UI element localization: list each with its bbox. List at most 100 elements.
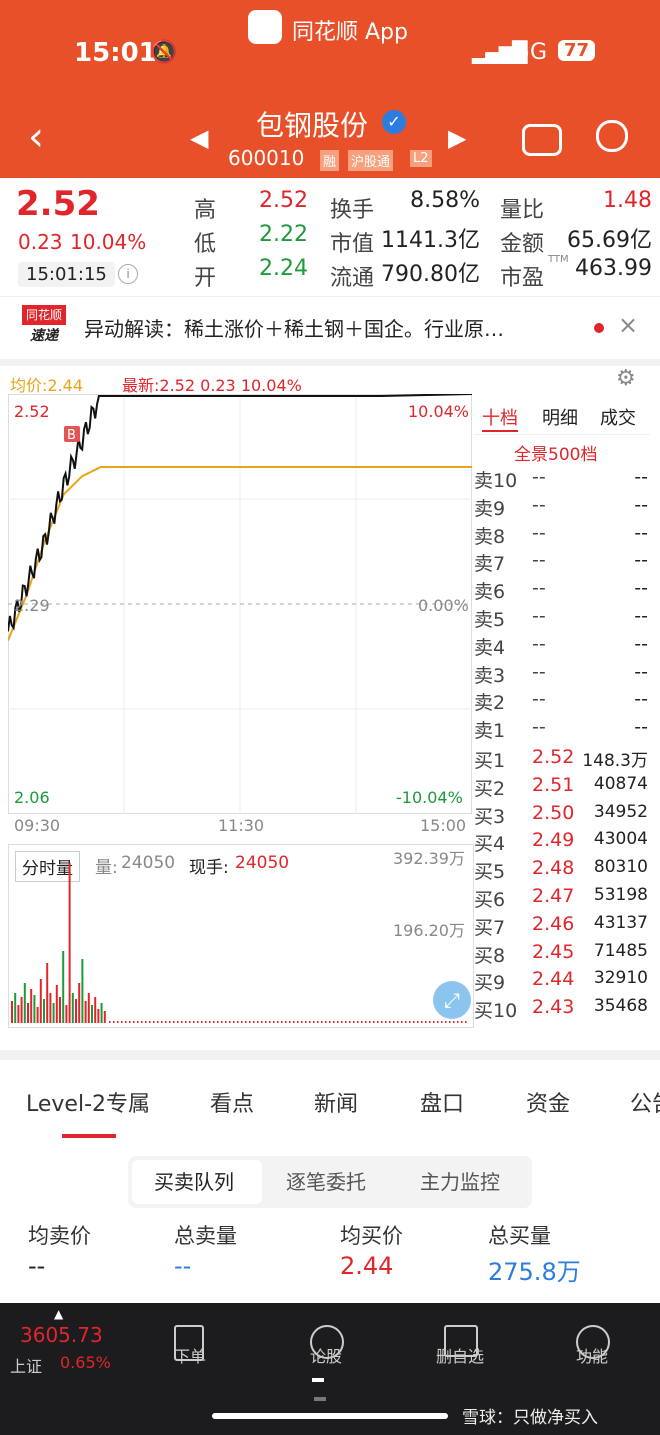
value-high: 2.52 — [259, 188, 308, 213]
orderbook-row[interactable]: 买4 2.49 43004 — [474, 829, 650, 857]
value-float: 790.80亿 — [381, 262, 480, 287]
orderbook-row[interactable]: 买2 2.51 40874 — [474, 774, 650, 802]
volume-bar — [100, 1003, 103, 1023]
orderbook-row[interactable]: 买9 2.44 32910 — [474, 968, 650, 996]
orderbook-tabs: 十档 明细 成交 — [474, 394, 650, 435]
orderbook-row[interactable]: 买7 2.46 43137 — [474, 913, 650, 941]
ob-volume: -- — [634, 688, 648, 711]
time-label-open: 09:30 — [14, 816, 61, 835]
volume-bar — [417, 1021, 419, 1023]
volume-bar — [289, 1021, 291, 1023]
segment-monitor[interactable]: 主力监控 — [420, 1166, 500, 1195]
orderbook-row[interactable]: 买1 2.52 148.3万 — [474, 746, 650, 774]
index-value[interactable]: 3605.73 — [20, 1323, 103, 1347]
price-chart[interactable]: B — [8, 394, 472, 814]
watermark-text: 雪球：只做净买入 — [462, 1408, 598, 1428]
ob-level-label: 卖10 — [474, 470, 518, 492]
volume-bar — [117, 1021, 119, 1023]
next-stock-icon[interactable]: ▶ — [448, 124, 466, 152]
search-icon[interactable] — [596, 120, 628, 152]
orderbook-row[interactable]: 卖1 -- -- — [474, 716, 650, 744]
prev-stock-icon[interactable]: ◀ — [190, 124, 208, 152]
ob-tab-deal[interactable]: 成交 — [600, 404, 636, 430]
volume-bar — [97, 1009, 100, 1023]
tab-news[interactable]: 新闻 — [314, 1086, 358, 1118]
volume-bar — [293, 1021, 295, 1023]
news-banner[interactable]: 同花顺 速递 异动解读：稀土涨价＋稀土钢＋国企。行业原… × — [0, 296, 660, 367]
volume-bar — [217, 1021, 219, 1023]
ob-price: -- — [532, 660, 546, 683]
orderbook-row[interactable]: 卖5 -- -- — [474, 605, 650, 633]
quote-panel: 2.52 0.23 10.04% 15:01:15 i 高 低 开 2.52 2… — [0, 178, 660, 296]
segment-queue[interactable]: 买卖队列 — [154, 1166, 234, 1195]
volume-bar — [257, 1021, 259, 1023]
ob-volume: -- — [634, 549, 648, 572]
settings-gear-icon[interactable]: ⚙ — [616, 366, 636, 391]
home-indicator — [212, 1413, 448, 1419]
volume-bar — [233, 1021, 235, 1023]
total-buy-value: 275.8万 — [488, 1258, 581, 1286]
orderbook-row[interactable]: 卖9 -- -- — [474, 494, 650, 522]
label-high: 高 — [194, 198, 217, 223]
volume-bar — [94, 997, 97, 1023]
volume-bar — [91, 1005, 93, 1023]
volume-bar — [393, 1021, 395, 1023]
volume-bar — [125, 1021, 127, 1023]
axis-bot-pct: -10.04% — [396, 788, 463, 807]
info-icon[interactable]: i — [118, 264, 138, 284]
ob-volume: -- — [634, 466, 648, 488]
volume-panel[interactable]: 分时量 量: 24050 现手: 24050 392.39万 196.20万 ⤢ — [8, 844, 474, 1028]
ob-full-500[interactable]: 全景500档 — [514, 440, 597, 465]
orderbook-row[interactable]: 卖7 -- -- — [474, 549, 650, 577]
segment-order[interactable]: 逐笔委托 — [286, 1166, 366, 1195]
volume-bar — [193, 1021, 195, 1023]
ob-level-label: 买9 — [474, 972, 506, 995]
orderbook-row[interactable]: 卖8 -- -- — [474, 522, 650, 550]
orderbook-row[interactable]: 卖10 -- -- — [474, 466, 650, 494]
nav-function[interactable]: 功能 — [552, 1343, 632, 1367]
tag-rong: 融 — [320, 150, 340, 171]
tab-kandian[interactable]: 看点 — [210, 1086, 254, 1118]
expand-icon[interactable]: ⤢ — [433, 981, 471, 1019]
tab-funds[interactable]: 资金 — [526, 1086, 570, 1118]
back-icon[interactable]: ‹ — [28, 114, 44, 160]
volume-bar — [49, 993, 52, 1023]
total-buy-label: 总买量 — [488, 1224, 551, 1248]
robot-icon[interactable] — [522, 124, 562, 156]
orderbook-row[interactable]: 买3 2.50 34952 — [474, 802, 650, 830]
latest-price-label: 最新:2.52 0.23 10.04% — [122, 376, 302, 395]
ob-tab-ten[interactable]: 十档 — [482, 404, 518, 432]
orderbook-row[interactable]: 买6 2.47 53198 — [474, 885, 650, 913]
close-icon[interactable]: × — [618, 311, 638, 339]
orderbook-row[interactable]: 买10 2.43 35468 — [474, 996, 650, 1024]
segmented-control: 买卖队列 逐笔委托 主力监控 — [128, 1156, 532, 1208]
volume-bar — [33, 995, 36, 1023]
ob-volume: -- — [634, 605, 648, 627]
value-low: 2.22 — [259, 222, 308, 247]
nav-remove-watch[interactable]: 删自选 — [420, 1343, 500, 1367]
ob-volume: 43004 — [593, 829, 648, 850]
tab-notice[interactable]: 公告 — [630, 1086, 660, 1118]
orderbook-row[interactable]: 卖2 -- -- — [474, 688, 650, 716]
volume-bar — [369, 1021, 371, 1023]
axis-bot-price: 2.06 — [14, 788, 50, 807]
volume-bar — [241, 1021, 243, 1023]
orderbook-row[interactable]: 买5 2.48 80310 — [474, 857, 650, 885]
nav-order[interactable]: 下单 — [150, 1343, 230, 1367]
orderbook-row[interactable]: 卖6 -- -- — [474, 577, 650, 605]
tab-level2[interactable]: Level-2专属 — [26, 1086, 150, 1118]
volume-bar — [413, 1021, 415, 1023]
orderbook-row[interactable]: 卖3 -- -- — [474, 661, 650, 689]
orderbook-row[interactable]: 卖4 -- -- — [474, 633, 650, 661]
volume-bar — [87, 993, 90, 1023]
volume-bar — [301, 1021, 303, 1023]
ob-volume: -- — [634, 660, 648, 683]
index-pct: 0.65% — [60, 1353, 111, 1372]
tab-pankou[interactable]: 盘口 — [420, 1086, 464, 1118]
volume-bar — [309, 1021, 311, 1023]
ob-tab-detail[interactable]: 明细 — [542, 404, 578, 430]
volume-bar — [68, 863, 71, 1023]
volume-bar — [385, 1021, 387, 1023]
orderbook-row[interactable]: 买8 2.45 71485 — [474, 941, 650, 969]
nav-forum[interactable]: 论股 — [286, 1343, 366, 1367]
